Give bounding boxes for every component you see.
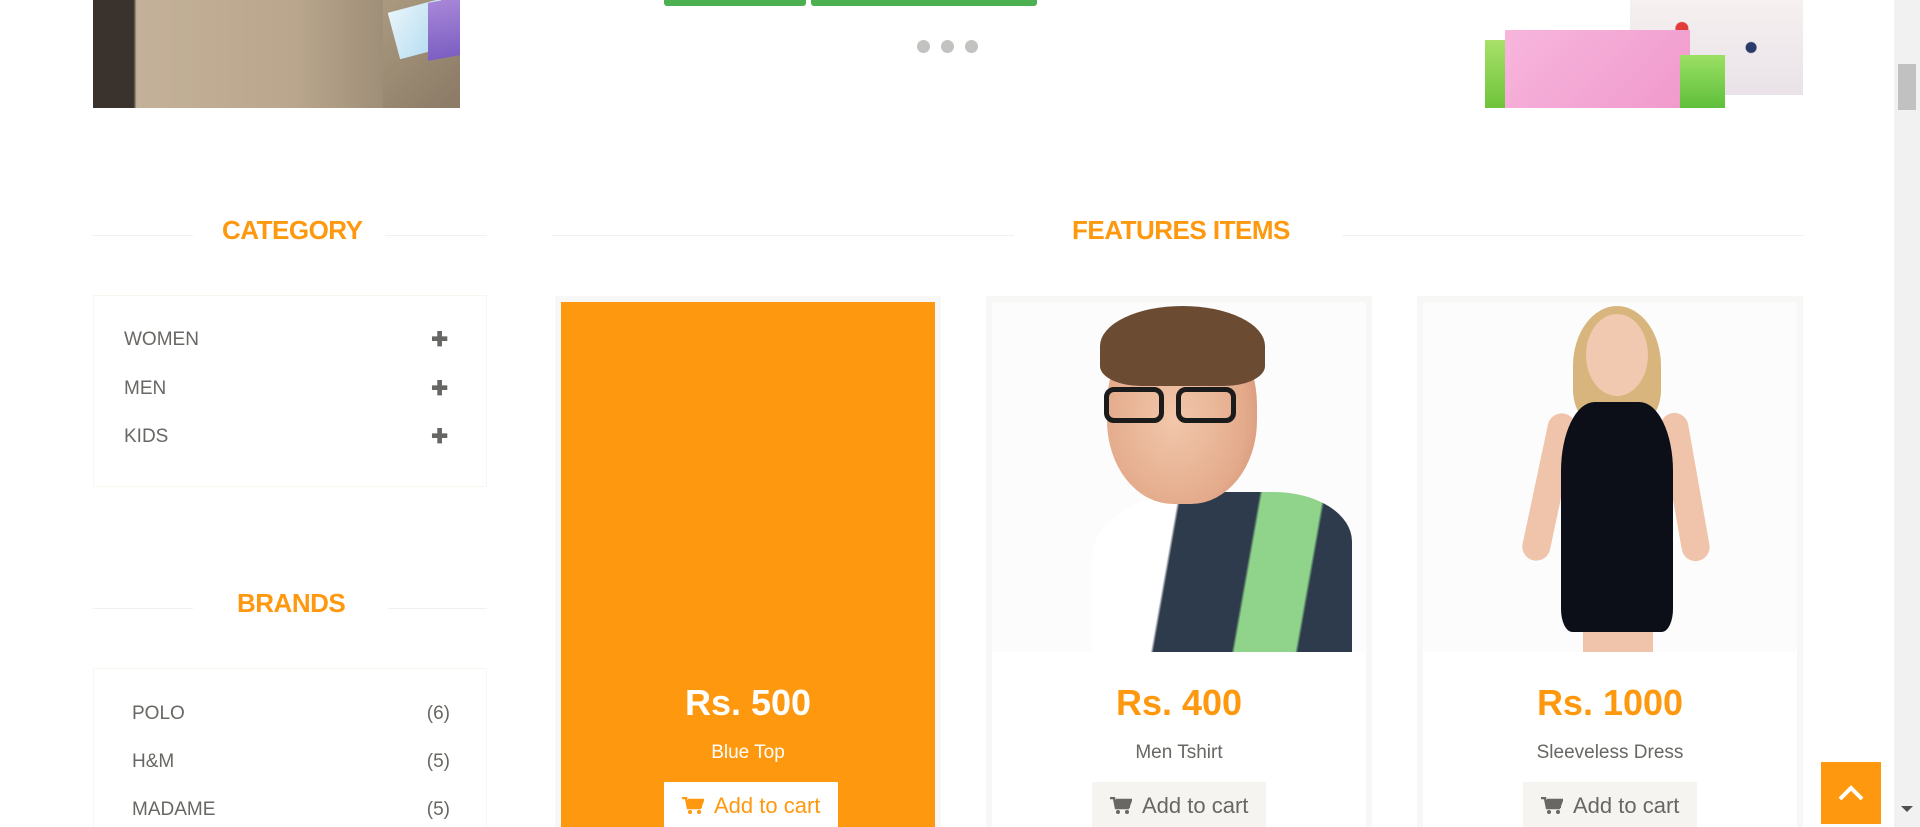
product-name: Men Tshirt	[1135, 742, 1223, 763]
chevron-up-icon	[1838, 785, 1864, 801]
add-to-cart-label: Add to cart	[1142, 793, 1249, 818]
cart-icon	[682, 797, 704, 814]
page-scrollbar[interactable]	[1894, 0, 1920, 827]
features-heading: FEATURES ITEMS	[552, 215, 1803, 255]
category-panel: WOMEN ✚ MEN ✚ KIDS ✚	[93, 295, 487, 487]
slider-dot-3[interactable]	[965, 40, 978, 53]
brands-title: BRANDS	[237, 588, 346, 618]
add-to-cart-button[interactable]: Add to cart	[1092, 782, 1267, 827]
category-item-kids[interactable]: KIDS ✚	[124, 425, 448, 449]
brand-label: MADAME	[132, 799, 216, 820]
slider-button-test-cases[interactable]	[664, 0, 806, 6]
product-image[interactable]	[1423, 302, 1797, 652]
brands-heading: BRANDS	[93, 588, 487, 628]
brand-count: (5)	[426, 751, 450, 772]
brand-item-polo[interactable]: POLO (6)	[132, 702, 450, 726]
brand-label: POLO	[132, 703, 185, 724]
category-heading: CATEGORY	[93, 215, 487, 255]
scrollbar-thumb[interactable]	[1898, 64, 1916, 110]
page: CATEGORY WOMEN ✚ MEN ✚ KIDS ✚ BRANDS POL…	[0, 0, 1920, 827]
slider-button-apis-list[interactable]	[811, 0, 1037, 6]
category-title: CATEGORY	[222, 215, 363, 245]
product-price: Rs. 1000	[1536, 682, 1684, 723]
add-to-cart-button[interactable]: Add to cart	[1523, 782, 1698, 827]
plus-icon[interactable]: ✚	[431, 379, 448, 399]
scroll-up-button[interactable]	[1821, 762, 1881, 824]
product-image[interactable]	[992, 302, 1366, 652]
brand-item-madame[interactable]: MADAME (5)	[132, 798, 450, 822]
category-item-label: MEN	[124, 378, 167, 399]
features-title: FEATURES ITEMS	[1072, 215, 1290, 245]
plus-icon[interactable]: ✚	[431, 330, 448, 350]
category-item-women[interactable]: WOMEN ✚	[124, 328, 448, 352]
product-price: Rs. 500	[684, 682, 812, 723]
category-item-label: KIDS	[124, 426, 169, 447]
product-name: Sleeveless Dress	[1536, 742, 1684, 763]
brand-count: (6)	[426, 703, 450, 724]
slider-right-image	[1480, 0, 1803, 108]
category-item-label: WOMEN	[124, 329, 199, 350]
brands-panel: POLO (6) H&M (5) MADAME (5)	[93, 668, 487, 827]
category-item-men[interactable]: MEN ✚	[124, 377, 448, 401]
brand-count: (5)	[426, 799, 450, 820]
plus-icon[interactable]: ✚	[431, 427, 448, 447]
product-price: Rs. 400	[1115, 682, 1243, 723]
slider-indicators	[917, 40, 978, 53]
slider-dot-1[interactable]	[917, 40, 930, 53]
slider-dot-2[interactable]	[941, 40, 954, 53]
add-to-cart-button[interactable]: Add to cart	[664, 782, 839, 827]
slider-left-image	[93, 0, 460, 108]
product-card-sleeveless-dress[interactable]: Rs. 1000 Sleeveless Dress Add to cart	[1417, 296, 1803, 827]
cart-icon	[1541, 797, 1563, 814]
brand-label: H&M	[132, 751, 175, 772]
cart-icon	[1110, 797, 1132, 814]
add-to-cart-label: Add to cart	[714, 793, 821, 818]
brand-item-hm[interactable]: H&M (5)	[132, 750, 450, 774]
product-name: Blue Top	[711, 742, 785, 763]
add-to-cart-label: Add to cart	[1573, 793, 1680, 818]
product-card-men-tshirt[interactable]: Rs. 400 Men Tshirt Add to cart	[986, 296, 1372, 827]
scroll-down-arrow-icon[interactable]	[1901, 806, 1913, 812]
product-card-blue-top[interactable]: Rs. 500 Blue Top Add to cart	[555, 296, 941, 827]
